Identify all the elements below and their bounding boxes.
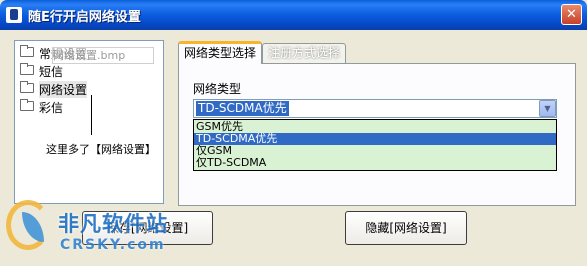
annotation-text: 这里多了【网络设置】 <box>46 143 156 156</box>
tab-network-type[interactable]: 网络类型选择 <box>178 41 263 64</box>
folder-icon <box>20 45 34 57</box>
watermark-leaf-icon <box>22 212 44 242</box>
chevron-down-icon[interactable]: ▼ <box>539 100 556 117</box>
watermark-logo <box>6 200 50 250</box>
option-tdscdma-preferred[interactable]: TD-SCDMA优先 <box>194 133 556 145</box>
annotation-line <box>91 95 92 135</box>
folder-icon <box>20 81 34 93</box>
tree-item-label: 彩信 <box>39 101 64 115</box>
app-phone-icon <box>6 7 22 23</box>
network-type-dropdown: GSM优先 TD-SCDMA优先 仅GSM 仅TD-SCDMA <box>193 119 557 171</box>
save-network-settings-button[interactable]: 保存[网络设置] <box>82 211 213 245</box>
tree-item-label: 网络设置 <box>39 81 88 98</box>
hide-network-settings-button[interactable]: 隐藏[网络设置] <box>345 211 467 245</box>
app-window: 随E行开启网络设置 ✕ 常规设置 短信 网络设置 彩信 网络设置.bmp 这里多… <box>0 0 587 266</box>
tab-registration-mode[interactable]: 注册方式选择 <box>262 43 347 63</box>
settings-tree: 常规设置 短信 网络设置 彩信 <box>14 40 164 204</box>
drag-ghost-label: 网络设置.bmp <box>52 47 154 64</box>
folder-icon <box>20 99 34 111</box>
close-button[interactable]: ✕ <box>561 4 582 25</box>
tree-item-label: 短信 <box>39 65 64 79</box>
network-type-select[interactable]: TD-SCDMA优先 ▼ <box>193 99 557 118</box>
window-title: 随E行开启网络设置 <box>28 10 141 25</box>
title-bar[interactable]: 随E行开启网络设置 ✕ <box>0 0 587 30</box>
selected-value: TD-SCDMA优先 <box>196 101 289 116</box>
network-type-label: 网络类型 <box>193 82 242 96</box>
folder-icon <box>20 63 34 75</box>
option-tdscdma-only[interactable]: 仅TD-SCDMA <box>194 157 556 169</box>
